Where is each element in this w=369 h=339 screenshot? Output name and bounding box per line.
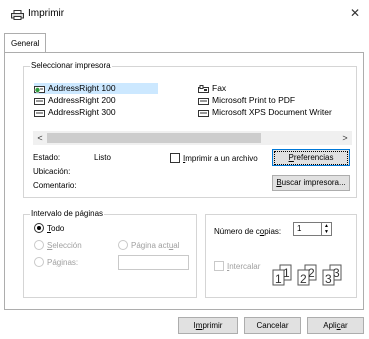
preferences-button[interactable]: Preferencias — [272, 149, 350, 166]
location-label: Ubicación: — [33, 167, 71, 176]
copies-stepper-buttons[interactable]: ▲ ▼ — [321, 223, 331, 235]
printer-icon — [11, 10, 24, 20]
selection-radio[interactable] — [34, 240, 44, 250]
printer-name: Fax — [212, 83, 227, 93]
print-to-file-label[interactable]: Imprimir a un archivo — [183, 154, 258, 163]
selection-label[interactable]: Selección — [47, 241, 82, 250]
title-bar: Imprimir ✕ — [0, 0, 369, 28]
copies-label: Número de copias: — [214, 227, 282, 236]
page-range-legend: Intervalo de páginas — [30, 209, 105, 218]
status-value: Listo — [94, 153, 111, 162]
pages-radio[interactable] — [34, 257, 44, 267]
printer-name: AddressRight 200 — [48, 95, 116, 105]
svg-text:3: 3 — [333, 266, 340, 280]
printer-name: AddressRight 100 — [48, 83, 116, 93]
all-pages-label[interactable]: Todo — [47, 224, 64, 233]
all-pages-radio[interactable] — [34, 223, 44, 233]
scroll-thumb[interactable] — [47, 133, 261, 143]
print-to-file-checkbox[interactable] — [170, 153, 180, 163]
cancel-button[interactable]: Cancelar — [244, 317, 301, 334]
status-label: Estado: — [33, 153, 61, 162]
svg-text:2: 2 — [308, 266, 315, 280]
printer-icon — [34, 109, 45, 117]
printer-item[interactable]: AddressRight 300 — [34, 107, 116, 118]
svg-text:1: 1 — [283, 266, 290, 280]
svg-text:1: 1 — [275, 272, 282, 286]
close-button[interactable]: ✕ — [347, 5, 363, 21]
printer-name: AddressRight 300 — [48, 107, 116, 117]
printer-list[interactable]: AddressRight 100 Fax AddressRight 200 Mi… — [34, 83, 352, 127]
stepper-down-icon[interactable]: ▼ — [322, 229, 331, 235]
printer-item[interactable]: AddressRight 200 — [34, 95, 116, 106]
current-page-label[interactable]: Página actual — [131, 241, 180, 250]
pages-input[interactable] — [118, 255, 189, 270]
printer-item[interactable]: AddressRight 100 — [34, 83, 158, 94]
svg-text:3: 3 — [325, 272, 332, 286]
printer-item[interactable]: Microsoft XPS Document Writer — [198, 107, 352, 118]
printer-name: Microsoft XPS Document Writer — [212, 107, 332, 117]
printer-group-legend: Seleccionar impresora — [30, 61, 112, 70]
scroll-left-arrow[interactable]: < — [33, 131, 47, 145]
print-button[interactable]: Imprimir — [178, 317, 238, 334]
printer-item[interactable]: Microsoft Print to PDF — [198, 95, 295, 106]
copies-stepper[interactable]: 1 ▲ ▼ — [293, 222, 332, 236]
printer-default-icon — [34, 85, 45, 93]
svg-text:2: 2 — [300, 272, 307, 286]
tab-general[interactable]: General — [4, 33, 47, 53]
printer-icon — [198, 97, 209, 105]
current-page-radio[interactable] — [118, 240, 128, 250]
printer-list-scrollbar[interactable]: < > — [33, 131, 352, 145]
fax-icon — [198, 84, 209, 93]
collate-checkbox[interactable] — [214, 261, 224, 271]
window-title: Imprimir — [28, 8, 65, 19]
printer-icon — [198, 109, 209, 117]
printer-name: Microsoft Print to PDF — [212, 95, 296, 105]
collate-pages-icon: 11 22 33 — [272, 264, 342, 286]
scroll-right-arrow[interactable]: > — [338, 131, 352, 145]
pages-label[interactable]: Páginas: — [47, 258, 78, 267]
printer-item[interactable]: Fax — [198, 83, 226, 94]
comment-label: Comentario: — [33, 181, 77, 190]
printer-icon — [34, 97, 45, 105]
collate-label[interactable]: Intercalar — [227, 262, 260, 271]
apply-button[interactable]: Aplicar — [307, 317, 364, 334]
find-printer-button[interactable]: Buscar impresora... — [272, 175, 350, 191]
copies-value: 1 — [297, 224, 302, 233]
